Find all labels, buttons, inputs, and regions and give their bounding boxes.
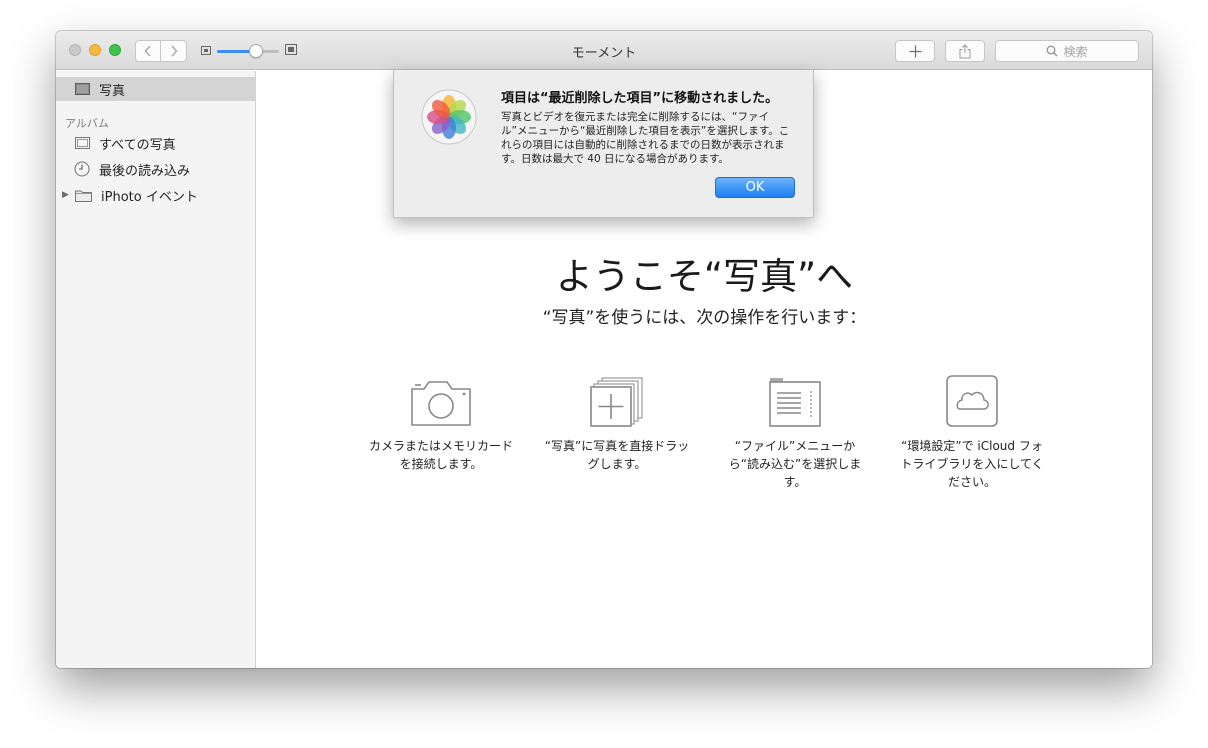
- option-camera-text: カメラまたはメモリカードを接続します。: [368, 439, 513, 471]
- ok-button[interactable]: OK: [715, 177, 795, 198]
- add-button[interactable]: [895, 40, 935, 62]
- alert-dialog: 項目は“最近削除した項目”に移動されました。 写真とビデオを復元または完全に削除…: [393, 70, 814, 218]
- photo-album-icon: [75, 137, 90, 149]
- option-icloud: “環境設定”で iCloud フォトライブラリを入にしてください。: [897, 371, 1047, 491]
- sidebar-item-all-photos[interactable]: すべての写真: [56, 131, 255, 155]
- sidebar-item-label: iPhoto イベント: [101, 189, 198, 205]
- share-button[interactable]: [945, 40, 985, 62]
- share-icon: [959, 43, 971, 58]
- folder-icon: [75, 190, 92, 202]
- album-section-header: アルバム: [65, 117, 109, 130]
- option-drag-text: “写真”に写真を直接ドラッグします。: [544, 439, 690, 471]
- welcome-subtitle: “写真”を使うには、次の操作を行います：: [542, 308, 867, 328]
- plus-icon: [909, 45, 921, 57]
- search-field[interactable]: 検索: [995, 40, 1139, 62]
- search-placeholder: 検索: [1063, 44, 1088, 59]
- sidebar-item-last-import[interactable]: 最後の読み込み: [56, 157, 255, 181]
- disclosure-triangle-icon[interactable]: ▶: [62, 190, 69, 200]
- sidebar-item-iphoto-events[interactable]: ▶ iPhoto イベント: [56, 183, 255, 207]
- titlebar: モーメント 検索: [56, 31, 1152, 70]
- option-file-menu: “ファイル”メニューから“読み込む”を選択します。: [720, 371, 870, 491]
- photos-icon: [75, 83, 90, 95]
- sidebar-item-label: すべての写真: [99, 137, 176, 153]
- option-camera: カメラまたはメモリカードを接続します。: [366, 371, 516, 473]
- clock-icon: [74, 161, 90, 177]
- option-file-menu-text: “ファイル”メニューから“読み込む”を選択します。: [728, 439, 862, 489]
- sidebar: 写真 アルバム すべての写真 最後の読み込み ▶ iPhoto イベント: [56, 71, 256, 668]
- sidebar-item-label: 写真: [99, 83, 126, 99]
- window-title: モーメント: [571, 46, 637, 61]
- search-icon: [1047, 45, 1058, 57]
- welcome-title: ようこそ“写真”へ: [555, 255, 854, 298]
- photos-app-icon: [421, 89, 477, 145]
- sidebar-item-label: 最後の読み込み: [99, 163, 191, 179]
- alert-message: 写真とビデオを復元または完全に削除するには、“ファイル”メニューから“最近削除し…: [501, 111, 790, 165]
- photo-stack-add-icon: [590, 377, 643, 427]
- option-drag: “写真”に写真を直接ドラッグします。: [542, 371, 692, 473]
- file-menu-icon: [769, 378, 821, 427]
- icloud-icon: [946, 375, 998, 427]
- alert-title: 項目は“最近削除した項目”に移動されました。: [501, 91, 779, 106]
- camera-icon: [411, 381, 471, 426]
- sidebar-item-photos[interactable]: 写真: [56, 77, 255, 101]
- option-icloud-text: “環境設定”で iCloud フォトライブラリを入にしてください。: [900, 439, 1044, 489]
